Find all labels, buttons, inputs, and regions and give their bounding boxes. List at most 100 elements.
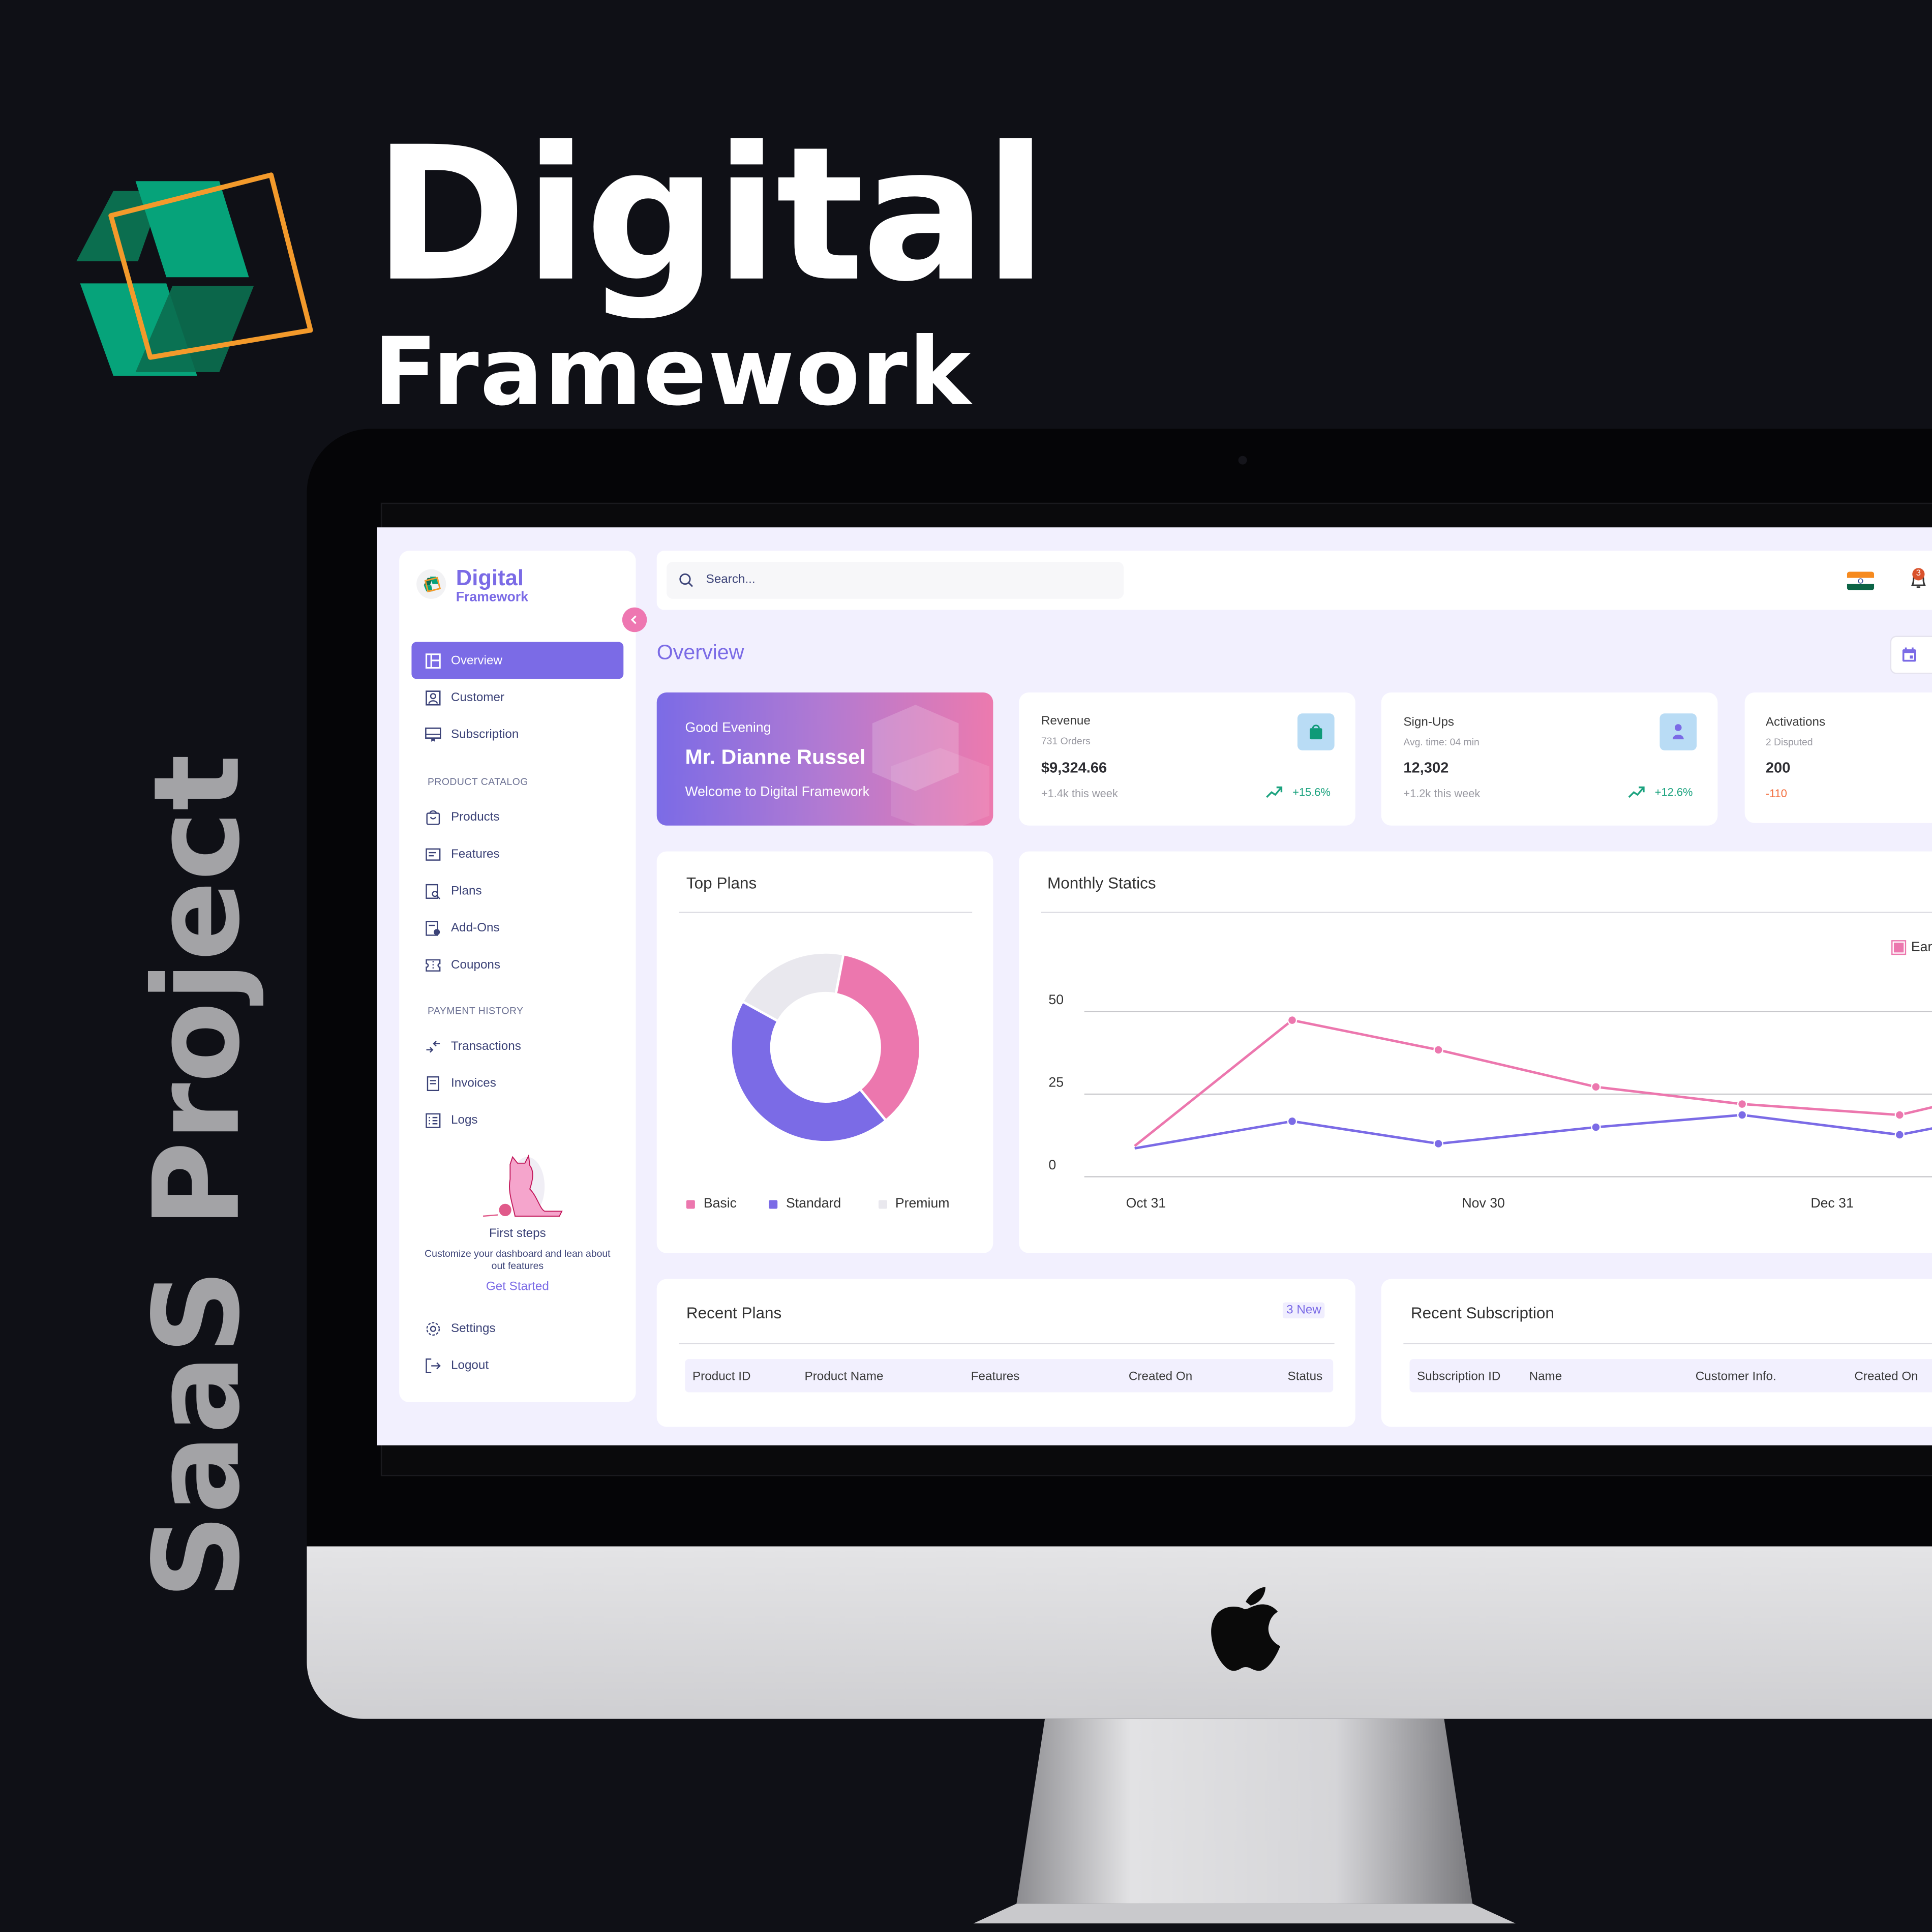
- monitor-stand: [973, 1718, 1516, 1924]
- stat-week: +1.2k this week: [1403, 787, 1481, 800]
- stat-value: 12,302: [1403, 759, 1449, 776]
- sidebar-item-customer[interactable]: Customer: [411, 679, 623, 716]
- promo-text: Customize your dashboard and lean about …: [425, 1248, 611, 1272]
- data-point[interactable]: [1894, 1130, 1905, 1140]
- sidebar-item-invoices[interactable]: Invoices: [411, 1065, 623, 1102]
- stat-value: $9,324.66: [1041, 759, 1107, 776]
- stat-week: +1.4k this week: [1041, 787, 1118, 800]
- bag-icon: [426, 809, 440, 825]
- sidebar-item-products[interactable]: Products: [411, 798, 623, 835]
- donut-slice-standard[interactable]: [729, 1000, 888, 1143]
- sidebar-item-label: Customer: [451, 690, 505, 705]
- divider: [1403, 1343, 1932, 1345]
- column-header[interactable]: Features: [971, 1370, 1020, 1384]
- data-point[interactable]: [1433, 1138, 1443, 1149]
- y-tick-label: 25: [1048, 1075, 1064, 1090]
- greeting: Good Evening: [685, 720, 771, 736]
- user-card-icon: [426, 690, 441, 705]
- search-icon: [679, 573, 693, 587]
- column-header[interactable]: Created On: [1854, 1370, 1918, 1384]
- card-title: Recent Subscription: [1410, 1304, 1554, 1322]
- table-header: Product ID Product Name Features Created…: [685, 1359, 1334, 1393]
- side-label: SaaS Project: [128, 754, 266, 1599]
- sidebar-item-label: Plans: [451, 884, 482, 898]
- sidebar-item-logs[interactable]: Logs: [411, 1102, 623, 1139]
- column-header[interactable]: Created On: [1129, 1370, 1192, 1384]
- sidebar-item-label: Overview: [451, 653, 503, 668]
- welcome-message: Welcome to Digital Framework: [685, 784, 869, 800]
- data-point[interactable]: [1737, 1099, 1747, 1109]
- legend-label: Basic: [703, 1196, 737, 1212]
- data-point[interactable]: [1433, 1045, 1443, 1055]
- donut-legend: Basic Standard Premium: [686, 1196, 964, 1211]
- column-header[interactable]: Product ID: [692, 1370, 751, 1384]
- data-point[interactable]: [1737, 1110, 1747, 1120]
- top-header: Search... 3: [656, 551, 1932, 610]
- notification-badge: 3: [1912, 568, 1925, 581]
- sidebar-item-label: Products: [451, 810, 500, 824]
- hexagon-decoration: [872, 705, 990, 826]
- get-started-link[interactable]: Get Started: [399, 1280, 636, 1294]
- data-point[interactable]: [1894, 1110, 1905, 1120]
- list-box-icon: [426, 848, 441, 860]
- legend-swatch: [769, 1199, 778, 1209]
- sidebar: Digital Framework Overview Customer Subs…: [399, 551, 636, 1402]
- shopping-bag-icon: [1310, 725, 1322, 740]
- line-chart: 0 25 50 Oct 31 Nov 30 Dec 31: [1048, 992, 1932, 1211]
- column-header[interactable]: Subscription ID: [1417, 1370, 1500, 1384]
- welcome-card: Good Evening Mr. Dianne Russel Welcome t…: [656, 692, 993, 826]
- sidebar-item-coupons[interactable]: Coupons: [411, 946, 623, 983]
- india-flag-icon[interactable]: [1847, 571, 1875, 590]
- calendar-icon: [1902, 647, 1916, 662]
- sidebar-item-transactions[interactable]: Transactions: [411, 1028, 623, 1065]
- search-input[interactable]: Search...: [667, 562, 1124, 599]
- stat-card-sign-ups: Sign-Ups Avg. time: 04 min 12,302 +1.2k …: [1381, 692, 1718, 826]
- sidebar-item-label: Invoices: [451, 1076, 496, 1090]
- series-line-1: [1134, 1113, 1932, 1150]
- column-header[interactable]: Status: [1288, 1370, 1323, 1384]
- legend-item-basic[interactable]: Basic: [686, 1196, 737, 1211]
- list-icon: [426, 1112, 441, 1128]
- sidebar-item-label: Settings: [451, 1321, 496, 1335]
- stat-card-activations: Activations 2 Disputed 200 -110: [1744, 692, 1932, 823]
- sidebar-item-label: Coupons: [451, 958, 501, 972]
- data-point[interactable]: [1591, 1082, 1601, 1092]
- sidebar-item-features[interactable]: Features: [411, 835, 623, 872]
- legend-item-premium[interactable]: Premium: [878, 1196, 949, 1211]
- donut-slice-premium[interactable]: [741, 951, 845, 1023]
- receipt-icon: [427, 1075, 439, 1091]
- search-placeholder: Search...: [706, 572, 756, 587]
- sidebar-item-plans[interactable]: Plans: [411, 872, 623, 910]
- x-tick-label: Oct 31: [1126, 1195, 1166, 1211]
- data-point[interactable]: [1591, 1122, 1601, 1132]
- section-payment-history: PAYMENT HISTORY: [427, 1005, 524, 1017]
- cat-illustration: [482, 1154, 563, 1217]
- brand-logo: [76, 172, 313, 376]
- sidebar-item-settings[interactable]: Settings: [411, 1310, 623, 1347]
- column-header[interactable]: Name: [1529, 1370, 1562, 1384]
- sidebar-item-add-ons[interactable]: Add-Ons: [411, 910, 623, 947]
- stat-label: Activations: [1765, 716, 1826, 730]
- legend-swatch: [878, 1199, 887, 1209]
- sidebar-item-logout[interactable]: Logout: [411, 1347, 623, 1384]
- stat-icon-box: [1297, 713, 1335, 750]
- date-picker-button[interactable]: [1890, 636, 1932, 674]
- stat-card-revenue: Revenue 731 Orders $9,324.66 +1.4k this …: [1019, 692, 1355, 826]
- collapse-sidebar-button[interactable]: [622, 607, 647, 632]
- legend-item-standard[interactable]: Standard: [769, 1196, 841, 1211]
- hero-title: Digital: [373, 108, 1047, 323]
- column-header[interactable]: Customer Info.: [1696, 1370, 1776, 1384]
- sidebar-item-subscription[interactable]: Subscription: [411, 716, 623, 753]
- monitor-icon: [425, 727, 441, 741]
- sidebar-item-label: Features: [451, 847, 500, 861]
- data-point[interactable]: [1287, 1015, 1297, 1025]
- sidebar-item-label: Add-Ons: [451, 921, 500, 935]
- data-point[interactable]: [1287, 1116, 1297, 1127]
- sidebar-item-label: Logs: [451, 1113, 478, 1127]
- sidebar-item-overview[interactable]: Overview: [411, 642, 624, 679]
- line-legend: Ear: [1891, 940, 1932, 955]
- table-header: Subscription ID Name Customer Info. Crea…: [1409, 1359, 1932, 1393]
- column-header[interactable]: Product Name: [805, 1370, 884, 1384]
- donut-chart: [729, 951, 922, 1143]
- legend-swatch: [1891, 940, 1907, 955]
